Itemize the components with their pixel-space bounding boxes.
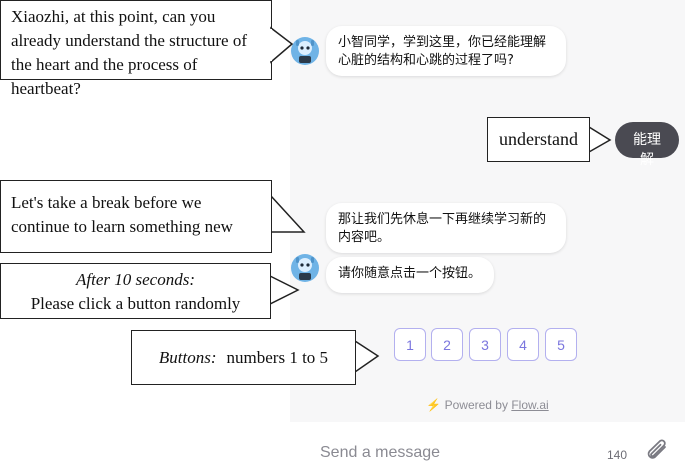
choice-button-3[interactable]: 3 (469, 328, 501, 361)
annotation-break-text: Let's take a break before we continue to… (11, 193, 233, 236)
annotation-answer: understand (487, 117, 590, 162)
choice-button-5[interactable]: 5 (545, 328, 577, 361)
bot-message: 小智同学，学到这里，你已经能理解心脏的结构和心跳的过程了吗? (326, 26, 566, 76)
powered-by: ⚡ Powered by Flow.ai (290, 398, 685, 412)
choice-button-2[interactable]: 2 (431, 328, 463, 361)
bot-message: 那让我们先休息一下再继续学习新的内容吧。 (326, 203, 566, 253)
message-input[interactable]: Send a message (320, 444, 590, 466)
annotation-buttons: Buttons: numbers 1 to 5 (131, 330, 356, 385)
choice-button-4[interactable]: 4 (507, 328, 539, 361)
annotation-timer-text: Please click a button randomly (30, 294, 241, 313)
annotation-answer-text: understand (499, 129, 578, 149)
robot-avatar-icon (291, 37, 319, 65)
char-count: 140 (607, 448, 628, 462)
annotation-question-text: Xiaozhi, at this point, can you already … (11, 7, 248, 98)
user-message: 能理解 (615, 122, 679, 168)
annotation-question: Xiaozhi, at this point, can you already … (0, 0, 272, 98)
paperclip-icon[interactable] (645, 438, 671, 466)
annotation-buttons-label: Buttons: (158, 347, 217, 367)
annotation-buttons-text: numbers 1 to 5 (226, 347, 329, 367)
choice-button-1[interactable]: 1 (394, 328, 426, 361)
bot-message: 请你随意点击一个按钮。 (326, 257, 494, 293)
annotation-timer: After 10 seconds: Please click a button … (0, 263, 271, 319)
robot-avatar-icon (291, 254, 319, 282)
annotation-break: Let's take a break before we continue to… (0, 180, 272, 253)
annotation-timer-label: After 10 seconds: (76, 270, 195, 289)
lightning-icon: ⚡ (426, 398, 442, 412)
powered-by-label: Powered by (444, 398, 508, 412)
flow-ai-link[interactable]: Flow.ai (511, 398, 548, 412)
